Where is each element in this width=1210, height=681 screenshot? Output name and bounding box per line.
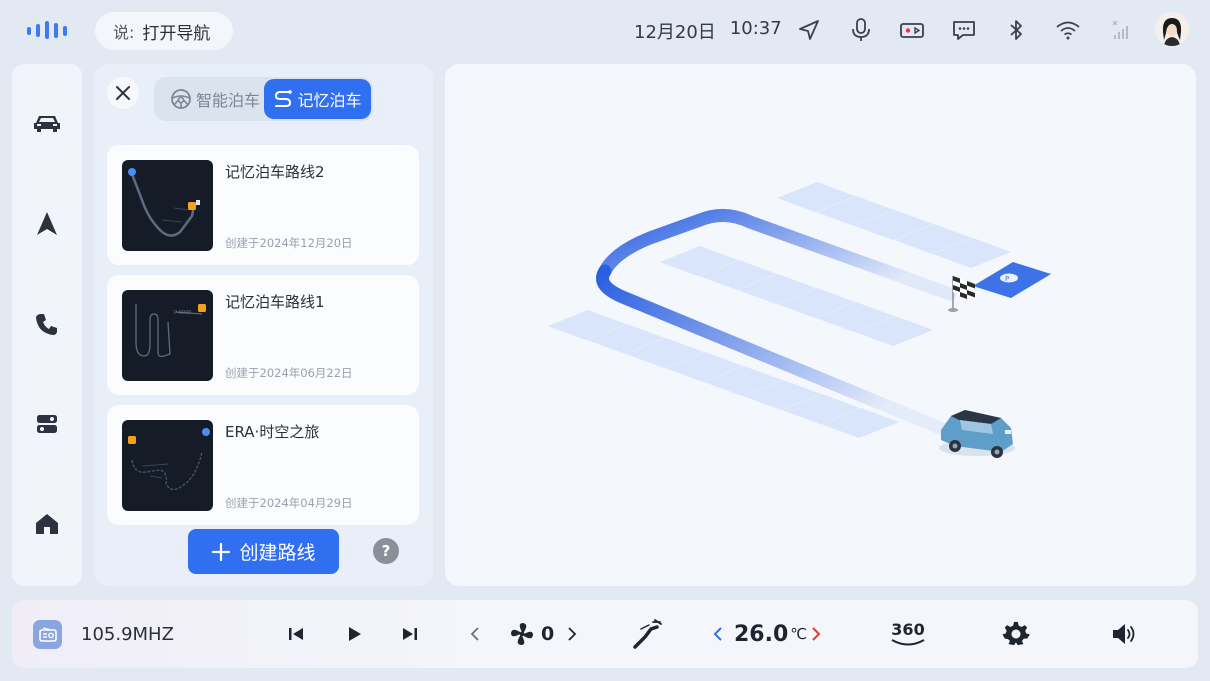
svg-text:P-0000: P-0000 — [174, 310, 191, 316]
temperature-value: 26.0 — [734, 621, 789, 647]
parking-slots-top-row — [777, 182, 1011, 268]
route-name: 记忆泊车路线2 — [225, 163, 325, 181]
user-avatar[interactable] — [1155, 12, 1189, 46]
left-nav-rail — [12, 64, 82, 586]
memory-parking-panel: 智能泊车 记忆泊车 记忆泊车路线2 创建于2024年12月20日 P-0000 … — [94, 64, 433, 586]
play-button[interactable] — [345, 618, 363, 650]
close-icon — [116, 86, 130, 100]
voice-assistant-icon[interactable] — [26, 20, 74, 40]
create-route-button[interactable]: 创建路线 — [188, 529, 339, 574]
parking-mode-segment: 智能泊车 记忆泊车 — [154, 77, 373, 121]
bottom-control-bar: 105.9MHZ 0 26.0 ℃ 360 — [12, 600, 1198, 668]
gear-icon — [1002, 621, 1030, 646]
plus-icon — [212, 542, 231, 561]
tab-memory-parking[interactable]: 记忆泊车 — [264, 79, 371, 119]
sidebar-item-phone[interactable] — [29, 306, 65, 342]
fan-level: 0 — [541, 623, 555, 645]
help-icon: ? — [381, 542, 391, 560]
route-name: ERA·时空之旅 — [225, 423, 320, 441]
navigation-arrow-icon — [37, 212, 57, 235]
seat-airflow-button[interactable] — [631, 618, 665, 650]
tab-smart-parking[interactable]: 智能泊车 — [162, 79, 268, 119]
view-360-button[interactable]: 360 — [890, 618, 926, 650]
home-icon — [36, 514, 58, 534]
cabin-temperature: 26.0 ℃ — [734, 618, 807, 650]
memory-route-icon — [275, 90, 293, 107]
steering-wheel-icon — [171, 89, 191, 109]
route-thumbnail — [122, 420, 213, 511]
radio-frequency: 105.9MHZ — [81, 623, 174, 645]
sidebar-item-navigation[interactable] — [29, 206, 65, 242]
help-button[interactable]: ? — [373, 538, 399, 564]
skip-next-icon — [403, 628, 417, 640]
fan-icon — [511, 623, 533, 645]
navigation-status-icon[interactable] — [796, 16, 822, 44]
route-thumbnail — [122, 160, 213, 251]
speaker-icon — [1113, 624, 1135, 644]
seat-airflow-icon — [633, 619, 662, 649]
vehicle-icon — [939, 410, 1015, 458]
radio-icon[interactable] — [33, 620, 62, 649]
tab-label: 记忆泊车 — [297, 91, 362, 110]
bluetooth-icon[interactable] — [1003, 16, 1029, 44]
voice-prefix: 说: — [113, 23, 135, 42]
close-button[interactable] — [107, 77, 139, 109]
play-icon — [349, 627, 361, 641]
wifi-icon[interactable] — [1055, 16, 1081, 44]
status-bar: 说: 打开导航 12月20日 10:37 — [0, 0, 1210, 62]
temp-increase-button[interactable] — [810, 618, 822, 650]
target-parking-spot: P — [973, 262, 1051, 298]
chevron-right-icon — [568, 627, 577, 641]
chevron-right-icon — [812, 627, 821, 641]
chevron-left-icon — [713, 627, 722, 641]
parking-slots-bottom-row — [548, 310, 899, 438]
route-created-date: 创建于2024年12月20日 — [225, 236, 353, 250]
parking-route-map[interactable]: P — [445, 64, 1196, 586]
next-track-button[interactable] — [400, 618, 420, 650]
cellular-no-signal-icon — [1108, 16, 1134, 44]
sidebar-item-car[interactable] — [29, 106, 65, 142]
tab-label: 智能泊车 — [196, 91, 261, 110]
route-card-3[interactable]: ERA·时空之旅 创建于2024年04月29日 — [107, 405, 419, 525]
message-icon[interactable] — [951, 16, 977, 44]
route-created-date: 创建于2024年06月22日 — [225, 366, 353, 380]
car-icon — [34, 116, 60, 132]
settings-button[interactable] — [1002, 618, 1030, 650]
route-card-2[interactable]: P-0000 记忆泊车路线1 创建于2024年06月22日 — [107, 275, 419, 395]
route-name: 记忆泊车路线1 — [225, 293, 325, 311]
dashcam-recording-icon[interactable] — [899, 16, 925, 44]
fan-speed: 0 — [509, 618, 554, 650]
chevron-left-icon — [470, 627, 479, 641]
volume-button[interactable] — [1110, 618, 1138, 650]
view-360-label: 360 — [891, 620, 925, 639]
fan-increase-button[interactable] — [566, 618, 578, 650]
voice-command-pill[interactable]: 说: 打开导航 — [95, 12, 233, 50]
time: 10:37 — [729, 18, 782, 39]
previous-track-button[interactable] — [286, 618, 306, 650]
date-time: 12月20日 10:37 — [634, 18, 782, 44]
temp-decrease-button[interactable] — [712, 618, 724, 650]
svg-text:P: P — [1005, 275, 1009, 283]
skip-previous-icon — [289, 628, 303, 640]
microphone-icon[interactable] — [848, 16, 874, 44]
sidebar-item-home[interactable] — [29, 506, 65, 542]
temperature-unit: ℃ — [790, 625, 808, 643]
voice-hint: 打开导航 — [142, 23, 211, 44]
fan-decrease-button[interactable] — [469, 618, 481, 650]
toggle-panel-icon — [37, 415, 57, 433]
sidebar-item-apps[interactable] — [29, 406, 65, 442]
car-infotainment-screen: 说: 打开导航 12月20日 10:37 智能泊车 记忆泊车 记忆泊车路线2 创… — [0, 0, 1210, 681]
surround-arc-icon — [891, 639, 925, 646]
phone-icon — [36, 314, 57, 335]
route-card-1[interactable]: 记忆泊车路线2 创建于2024年12月20日 — [107, 145, 419, 265]
date: 12月20日 — [634, 22, 716, 43]
route-created-date: 创建于2024年04月29日 — [225, 496, 353, 510]
route-thumbnail: P-0000 — [122, 290, 213, 381]
create-route-label: 创建路线 — [239, 542, 316, 564]
